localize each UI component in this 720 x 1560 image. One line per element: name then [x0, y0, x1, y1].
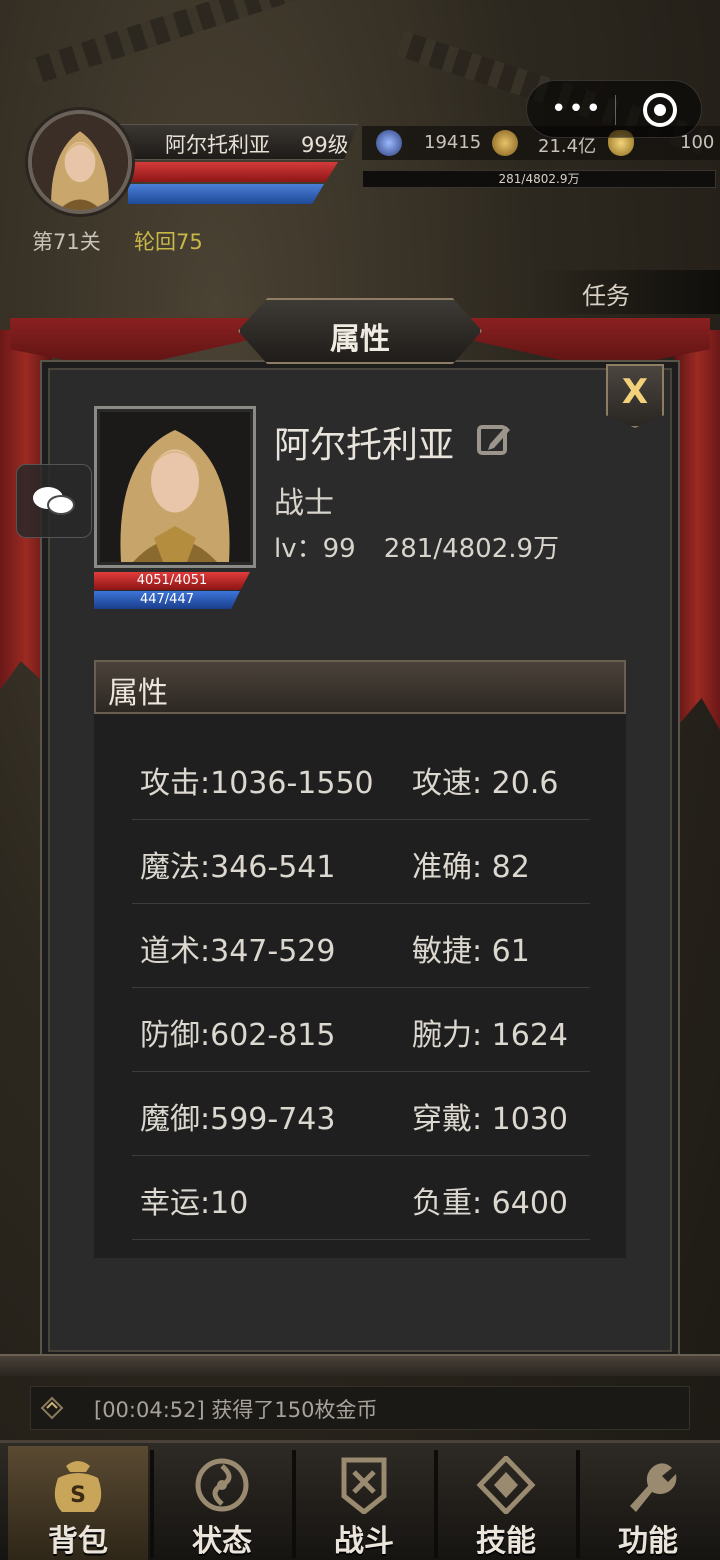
attribute-row: 防御:602-815 腕力: 1624	[132, 988, 590, 1072]
nav-battle-label: 战斗	[334, 1524, 394, 1559]
attribute-row: 魔法:346-541 准确: 82	[132, 820, 590, 904]
nav-status[interactable]: 状态	[152, 1446, 292, 1560]
character-level: lv：99	[274, 534, 356, 564]
gem-count: 19415	[424, 132, 482, 153]
capsule-divider	[615, 95, 616, 125]
attribute-taoism: 道术:347-529	[140, 934, 336, 969]
attribute-row: 攻击:1036-1550 攻速: 20.6	[132, 736, 590, 820]
nav-function[interactable]: 功能	[578, 1446, 718, 1560]
attribute-row: 魔御:599-743 穿戴: 1030	[132, 1072, 590, 1156]
task-button[interactable]: 任务	[530, 270, 720, 314]
chat-button[interactable]	[16, 464, 92, 538]
nav-battle[interactable]: 战斗	[294, 1446, 434, 1560]
attribute-accuracy: 准确: 82	[412, 850, 530, 885]
attribute-attack-speed: 攻速: 20.6	[412, 766, 559, 801]
nav-function-label: 功能	[618, 1524, 678, 1559]
character-exp: 281/4802.9万	[383, 534, 560, 564]
attributes-header-label: 属性	[108, 676, 168, 711]
attribute-magic: 魔法:346-541	[140, 850, 336, 885]
reincarnation-label: 轮回75	[134, 230, 203, 254]
battle-icon	[341, 1457, 387, 1514]
character-name: 阿尔托利亚	[274, 425, 455, 466]
close-icon: X	[621, 372, 649, 412]
attribute-wear: 穿戴: 1030	[412, 1102, 568, 1137]
player-avatar[interactable]	[28, 110, 132, 214]
gold-coin-icon	[492, 130, 518, 156]
right-curtain	[674, 330, 720, 730]
more-dots-icon[interactable]: •••	[551, 96, 603, 122]
attribute-row: 道术:347-529 敏捷: 61	[132, 904, 590, 988]
target-circle-icon[interactable]	[643, 93, 677, 127]
character-portrait-icon	[100, 412, 250, 562]
attribute-defense: 防御:602-815	[140, 1018, 336, 1053]
attribute-agility: 敏捷: 61	[412, 934, 530, 969]
nav-bag-label: 背包	[48, 1524, 108, 1559]
svg-text:S: S	[70, 1483, 86, 1508]
mini-program-capsule: •••	[526, 80, 702, 138]
bottom-rail	[0, 1354, 720, 1376]
hud-mp-bar	[128, 184, 324, 204]
close-button[interactable]: X	[606, 364, 664, 428]
bag-icon: S	[54, 1461, 102, 1512]
chat-bubble-icon	[47, 495, 75, 515]
attribute-weight: 负重: 6400	[412, 1186, 568, 1221]
message-log-text: [00:04:52] 获得了150枚金币	[94, 1398, 378, 1422]
skill-icon	[476, 1456, 536, 1514]
character-hp-bar: 4051/4051	[94, 572, 250, 590]
nav-skill-label: 技能	[476, 1524, 536, 1559]
character-portrait-frame	[94, 406, 256, 568]
panel-title: 属性	[330, 322, 390, 357]
character-level-line: lv：99 281/4802.9万	[274, 528, 559, 565]
character-class: 战士	[274, 486, 334, 521]
hud-hp-bar	[128, 162, 338, 182]
attribute-magic-defense: 魔御:599-743	[140, 1102, 336, 1137]
edit-name-icon[interactable]	[476, 420, 514, 458]
character-mp-bar: 447/447	[94, 591, 240, 609]
stage-label: 第71关	[32, 230, 101, 254]
nav-status-label: 状态	[192, 1524, 252, 1559]
function-icon	[630, 1463, 677, 1512]
attribute-attack: 攻击:1036-1550	[140, 766, 374, 801]
status-icon	[195, 1458, 249, 1512]
attribute-strength: 腕力: 1624	[412, 1018, 568, 1053]
nav-bag[interactable]: S 背包	[8, 1446, 148, 1560]
diamond-arrow-icon	[40, 1396, 64, 1420]
gem-icon	[376, 130, 402, 156]
player-name: 阿尔托利亚	[165, 133, 270, 157]
hud-exp-bar: 281/4802.9万	[362, 170, 716, 188]
background-rail	[25, 0, 339, 86]
task-label: 任务	[582, 282, 630, 310]
nav-skill[interactable]: 技能	[436, 1446, 576, 1560]
avatar-portrait-icon	[32, 114, 128, 210]
attribute-luck: 幸运:10	[140, 1186, 249, 1221]
attributes-header: 属性	[94, 660, 626, 714]
player-name-plate: 阿尔托利亚 99级	[120, 124, 358, 160]
attribute-row: 幸运:10 负重: 6400	[132, 1156, 590, 1240]
player-level: 99级	[301, 133, 349, 157]
